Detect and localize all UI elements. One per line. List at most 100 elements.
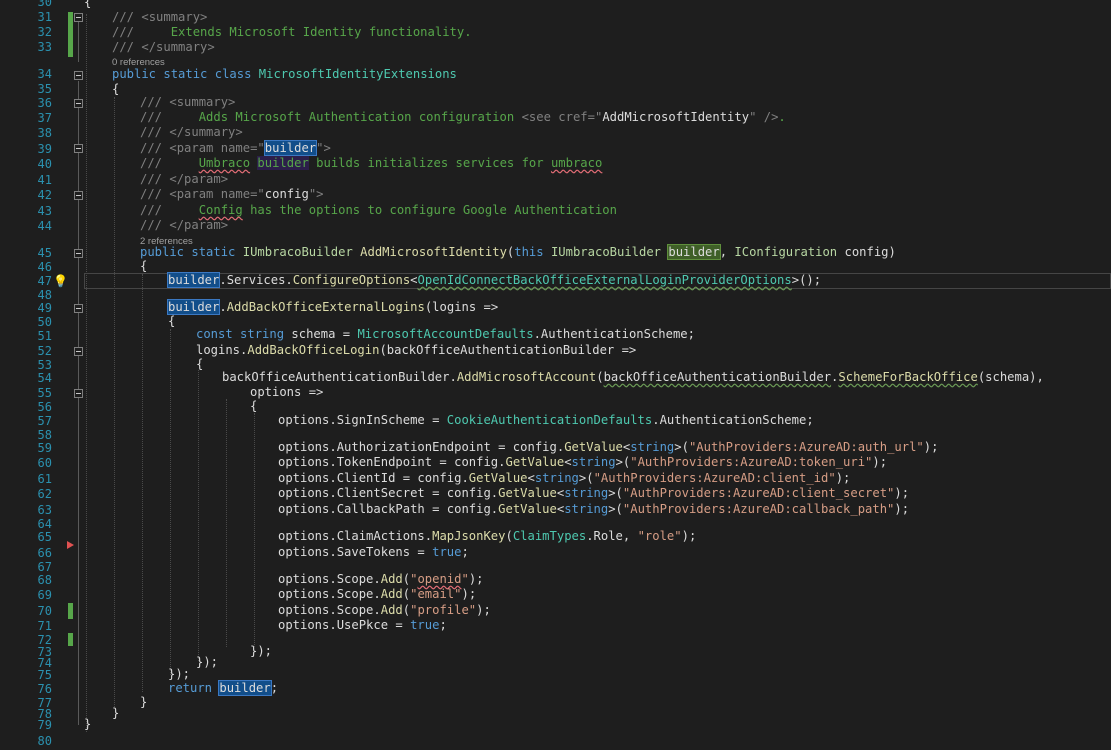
code-line-61[interactable]: options.ClientId = config.GetValue<strin… [278,471,850,486]
indent-guide [254,413,255,647]
change-marker [68,12,73,57]
line-number: 37 [37,111,52,125]
code-line-69[interactable]: options.Scope.Add("email"); [278,587,476,602]
fold-guide [78,81,79,725]
indent-guide [170,329,171,675]
code-line-39[interactable]: /// <param name="builder"> [140,140,331,156]
line-number: 65 [37,530,52,544]
fold-guide [78,22,79,62]
code-line-60[interactable]: options.TokenEndpoint = config.GetValue<… [278,455,887,470]
code-editor[interactable]: 30 31 32 33 34 35 36 37 38 39 40 41 42 43 44 45 46 47 48 49… [0,0,1111,750]
collapse-minus-icon[interactable] [74,249,83,258]
collapse-minus-icon[interactable] [74,389,83,398]
line-number: 60 [37,456,52,470]
line-number: 43 [37,204,52,218]
code-line-30[interactable]: { [84,0,91,10]
code-line-38[interactable]: /// </summary> [140,125,243,140]
collapse-minus-icon[interactable] [74,13,83,22]
line-number: 55 [37,386,52,400]
code-line-36[interactable]: /// <summary> [140,95,235,110]
arrow-right-icon[interactable] [67,541,74,549]
line-number: 57 [37,414,52,428]
code-line-77[interactable]: } [140,695,147,710]
code-line-49[interactable]: builder.AddBackOfficeExternalLogins(logi… [166,299,498,315]
code-line-47[interactable]: builder.Services.ConfigureOptions<OpenId… [166,272,821,288]
line-number: 46 [37,260,52,274]
line-number: 44 [37,219,52,233]
code-line-35[interactable]: { [112,82,119,97]
code-line-70[interactable]: options.Scope.Add("profile"); [278,603,491,618]
line-number: 49 [37,301,52,315]
change-marker [68,633,73,646]
line-number: 66 [37,546,52,560]
indent-guide [142,274,143,692]
line-number: 69 [37,588,52,602]
code-line-75[interactable]: }); [168,667,190,682]
code-line-34[interactable]: public static class MicrosoftIdentityExt… [112,67,457,82]
change-marker [68,603,73,619]
line-number: 52 [37,344,52,358]
line-number: 54 [37,371,52,385]
collapse-minus-icon[interactable] [74,71,83,80]
code-line-68[interactable]: options.Scope.Add("openid"); [278,572,484,587]
code-line-42[interactable]: /// <param name="config"> [140,187,324,202]
code-line-57[interactable]: options.SignInScheme = CookieAuthenticat… [278,413,814,428]
line-number: 30 [37,0,52,9]
code-line-65[interactable]: options.ClaimActions.MapJsonKey(ClaimTyp… [278,529,696,544]
code-line-41[interactable]: /// </param> [140,172,228,187]
line-number: 79 [37,718,52,732]
code-line-53[interactable]: { [196,357,203,372]
code-line-79[interactable]: } [84,717,91,732]
line-number: 70 [37,604,52,618]
code-line-74[interactable]: }); [196,655,218,670]
code-line-32[interactable]: /// Extends Microsoft Identity functiona… [112,25,472,40]
line-number: 39 [37,142,52,156]
indent-guide [114,97,115,707]
collapse-minus-icon[interactable] [74,191,83,200]
code-line-54[interactable]: backOfficeAuthenticationBuilder.AddMicro… [222,370,1044,385]
line-number: 61 [37,472,52,486]
code-line-55[interactable]: options => [250,385,323,400]
code-line-59[interactable]: options.AuthorizationEndpoint = config.G… [278,440,938,455]
code-line-33[interactable]: /// </summary> [112,40,215,55]
code-line-66[interactable]: options.SaveTokens = true; [278,545,469,560]
code-line-71[interactable]: options.UsePkce = true; [278,618,447,633]
line-number: 33 [37,40,52,54]
line-number: 35 [37,82,52,96]
code-line-51[interactable]: const string schema = MicrosoftAccountDe… [196,327,695,342]
line-number: 47 [37,274,52,288]
line-number: 76 [37,682,52,696]
line-number: 41 [37,173,52,187]
code-line-76[interactable]: return builder; [168,680,278,696]
line-number: 40 [37,157,52,171]
code-line-43[interactable]: /// Config has the options to configure … [140,203,617,218]
collapse-minus-icon[interactable] [74,99,83,108]
line-number: 62 [37,487,52,501]
code-line-56[interactable]: { [250,399,257,414]
code-line-45[interactable]: public static IUmbracoBuilder AddMicroso… [140,244,896,260]
code-line-44[interactable]: /// </param> [140,218,228,233]
code-line-52[interactable]: logins.AddBackOfficeLogin(backOfficeAuth… [196,343,636,358]
line-number: 34 [37,67,52,81]
code-line-63[interactable]: options.CallbackPath = config.GetValue<s… [278,502,909,517]
code-line-31[interactable]: /// <summary> [112,10,207,25]
code-line-62[interactable]: options.ClientSecret = config.GetValue<s… [278,486,909,501]
code-line-73[interactable]: }); [250,644,272,659]
collapse-minus-icon[interactable] [74,144,83,153]
code-line-40[interactable]: /// Umbraco builder builds initializes s… [140,156,602,171]
line-number: 50 [37,315,52,329]
code-line-50[interactable]: { [168,314,175,329]
code-line-46[interactable]: { [140,259,147,274]
lightbulb-icon[interactable]: 💡 [53,274,68,288]
line-number: 63 [37,503,52,517]
code-line-37[interactable]: /// Adds Microsoft Authentication config… [140,110,786,125]
collapse-minus-icon[interactable] [74,347,83,356]
collapse-minus-icon[interactable] [74,304,83,313]
line-number: 71 [37,619,52,633]
line-number: 68 [37,573,52,587]
line-number: 38 [37,126,52,140]
line-number: 45 [37,246,52,260]
code-line-78[interactable]: } [112,706,119,721]
line-number: 59 [37,441,52,455]
line-number: 75 [37,668,52,682]
